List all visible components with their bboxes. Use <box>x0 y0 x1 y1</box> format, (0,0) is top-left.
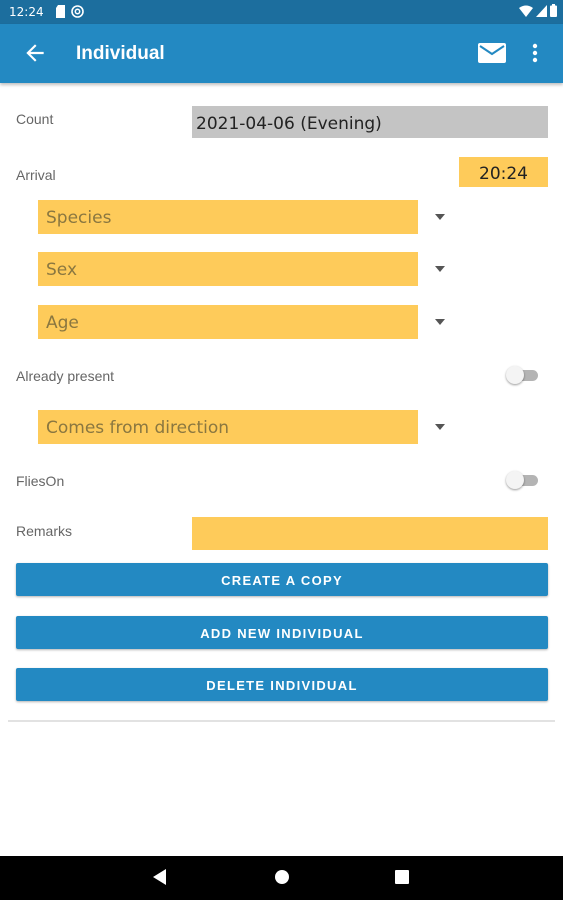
status-icons <box>519 4 557 17</box>
mail-icon[interactable] <box>477 40 507 66</box>
count-field: 2021-04-06 (Evening) <box>192 106 548 138</box>
system-nav-bar <box>0 856 563 900</box>
page-title: Individual <box>76 43 165 64</box>
species-placeholder: Species <box>46 208 112 228</box>
sd-card-icon <box>56 5 65 18</box>
remarks-label: Remarks <box>16 523 73 539</box>
already-present-toggle[interactable] <box>506 365 540 385</box>
age-dropdown-arrow-icon[interactable] <box>435 319 445 325</box>
recents-square-icon[interactable] <box>395 869 409 885</box>
battery-icon <box>550 4 557 17</box>
status-time: 12:24 <box>9 5 44 19</box>
delete-individual-button[interactable]: DELETE INDIVIDUAL <box>16 668 548 701</box>
species-dropdown[interactable]: Species <box>38 200 418 234</box>
arrival-label: Arrival <box>16 167 56 183</box>
toggle-thumb <box>506 471 524 489</box>
status-bar: 12:24 <box>0 0 563 24</box>
remarks-input[interactable] <box>192 517 548 550</box>
flies-on-toggle[interactable] <box>506 470 540 490</box>
app-bar: Individual <box>0 24 563 83</box>
direction-placeholder: Comes from direction <box>46 418 230 438</box>
species-dropdown-arrow-icon[interactable] <box>435 214 445 220</box>
back-triangle-icon[interactable] <box>153 869 167 885</box>
add-new-individual-button[interactable]: ADD NEW INDIVIDUAL <box>16 616 548 649</box>
more-vert-icon[interactable] <box>525 40 545 66</box>
flies-on-label: FliesOn <box>16 473 65 489</box>
home-circle-icon[interactable] <box>274 869 290 885</box>
cell-signal-icon <box>536 4 547 17</box>
wifi-icon <box>519 5 533 17</box>
already-present-label: Already present <box>16 368 115 384</box>
sex-dropdown-arrow-icon[interactable] <box>435 266 445 272</box>
toggle-thumb <box>506 366 524 384</box>
divider <box>8 720 555 722</box>
arrival-time-field[interactable]: 20:24 <box>459 157 548 187</box>
age-placeholder: Age <box>46 313 79 333</box>
back-arrow-icon[interactable] <box>22 40 48 66</box>
sex-placeholder: Sex <box>46 260 78 280</box>
sex-dropdown[interactable]: Sex <box>38 252 418 286</box>
age-dropdown[interactable]: Age <box>38 305 418 339</box>
direction-dropdown[interactable]: Comes from direction <box>38 410 418 444</box>
at-sign-icon <box>71 5 84 18</box>
direction-dropdown-arrow-icon[interactable] <box>435 424 445 430</box>
create-copy-button[interactable]: CREATE A COPY <box>16 563 548 596</box>
count-label: Count <box>16 111 54 127</box>
